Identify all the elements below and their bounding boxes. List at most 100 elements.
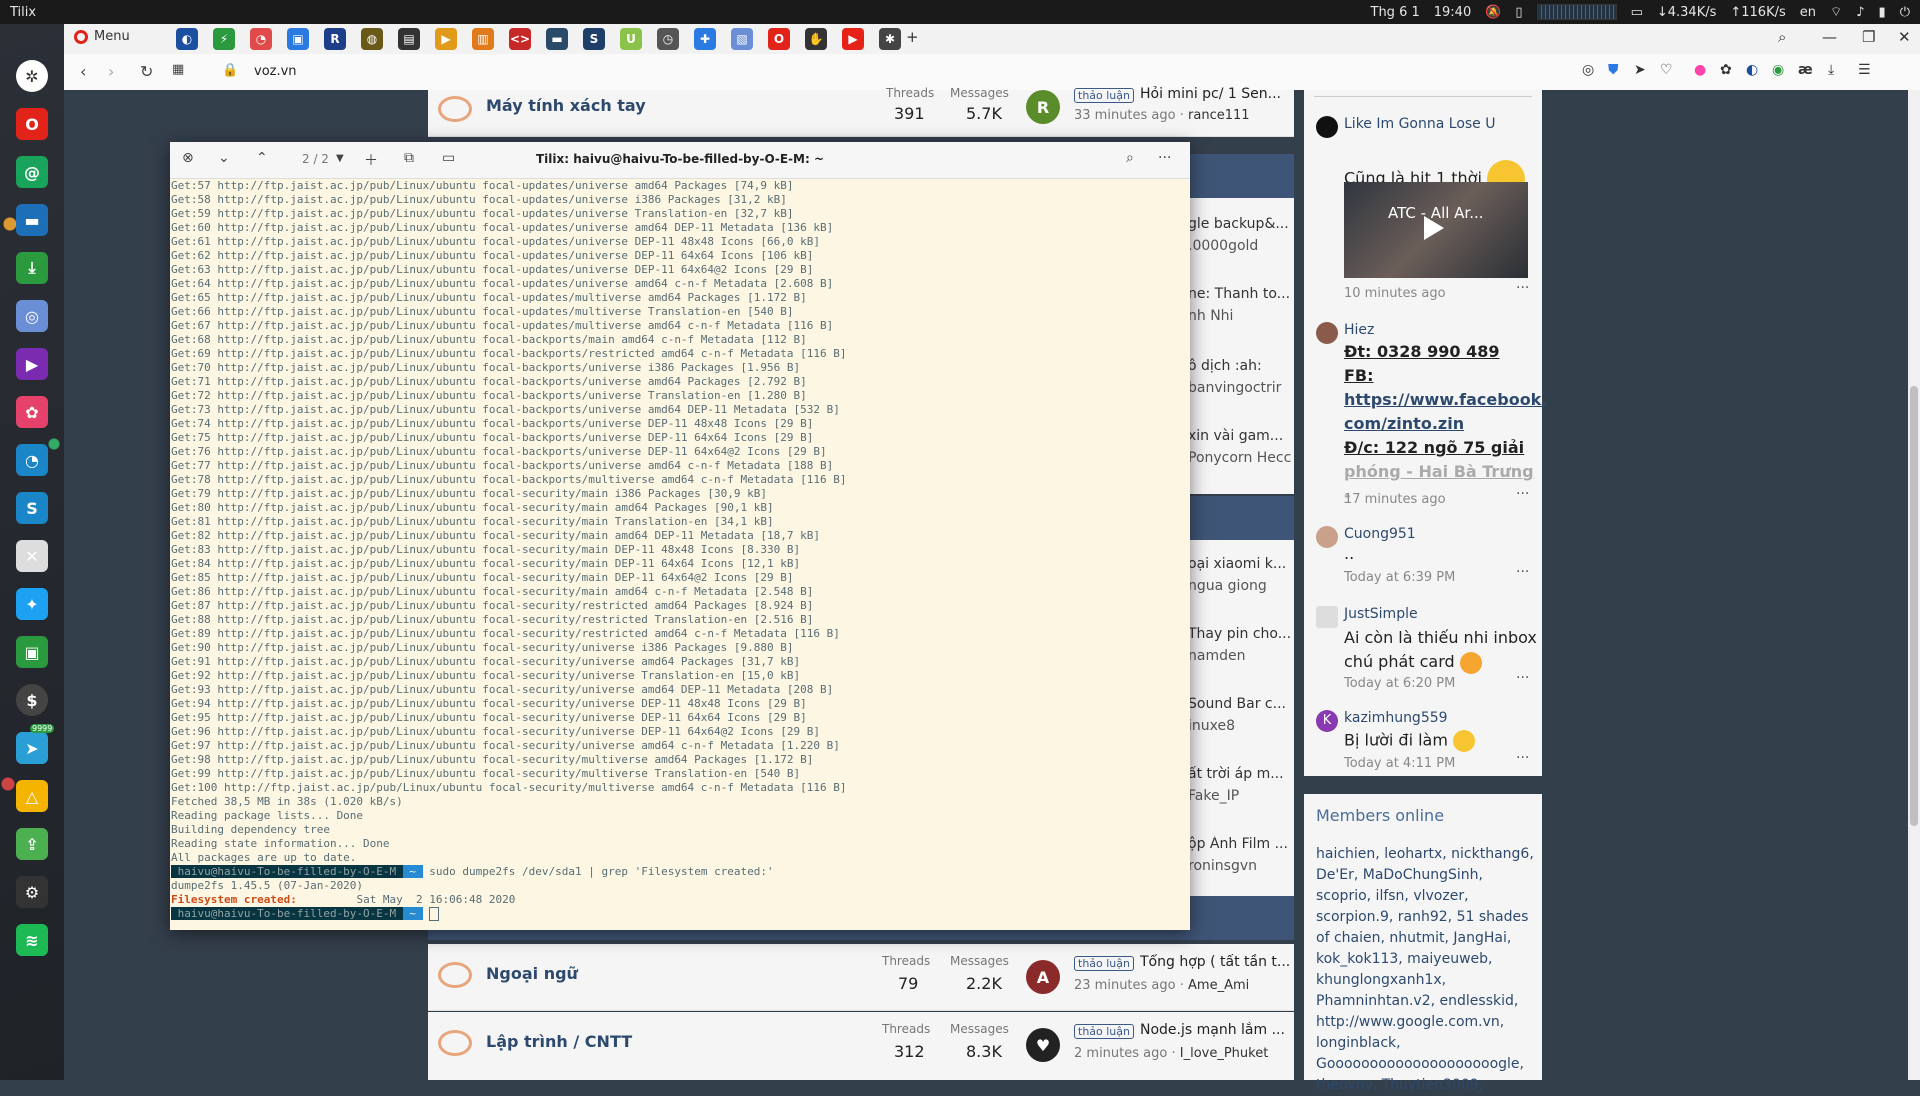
- latest-user[interactable]: .0000gold: [1188, 238, 1292, 254]
- bag-icon[interactable]: ▥: [472, 28, 494, 50]
- latest-user[interactable]: banvingoctrir: [1188, 380, 1292, 396]
- post-link[interactable]: com/zinto.zin: [1344, 412, 1540, 436]
- avatar[interactable]: A: [1026, 960, 1060, 994]
- play-icon[interactable]: [1424, 216, 1444, 240]
- tabs-grid-icon[interactable]: ▦: [172, 62, 184, 77]
- telegram-icon[interactable]: ➤: [16, 732, 48, 764]
- box-icon[interactable]: ▣: [287, 28, 309, 50]
- extension-icon[interactable]: æ: [1798, 62, 1813, 78]
- search-icon[interactable]: ⌕: [1126, 150, 1134, 166]
- avatar[interactable]: K: [1316, 710, 1338, 732]
- forum-row[interactable]: Máy tính xách tay Threads Messages 391 5…: [428, 86, 1294, 137]
- more-options-icon[interactable]: ···: [1516, 750, 1529, 766]
- latest-user[interactable]: nh Nhi: [1188, 308, 1292, 324]
- post-username[interactable]: JustSimple: [1344, 606, 1418, 622]
- close-window-icon[interactable]: ✕: [1898, 28, 1911, 46]
- media-player-icon[interactable]: ▶: [16, 348, 48, 380]
- forward-icon[interactable]: ›: [108, 62, 114, 81]
- game-icon[interactable]: ◎: [16, 300, 48, 332]
- opera-menu-button[interactable]: Menu: [74, 29, 130, 44]
- camera-icon[interactable]: ◎: [1582, 62, 1594, 78]
- send-icon[interactable]: ➤: [1634, 62, 1646, 78]
- post-username[interactable]: Hiez: [1344, 322, 1374, 338]
- latest-user[interactable]: Fake_IP: [1188, 788, 1292, 804]
- more-menu-icon[interactable]: ···: [1158, 150, 1171, 166]
- extension-icon[interactable]: ◉: [1772, 62, 1784, 78]
- keyboard-layout[interactable]: en: [1800, 5, 1816, 20]
- print-icon[interactable]: ▤: [398, 28, 420, 50]
- latest-thread-title[interactable]: ô dịch :ah:: [1188, 358, 1292, 374]
- more-options-icon[interactable]: ···: [1516, 564, 1529, 580]
- more-options-icon[interactable]: ···: [1516, 486, 1529, 502]
- gauge-icon[interactable]: ◔: [250, 28, 272, 50]
- star-icon[interactable]: ✱: [879, 28, 901, 50]
- url-field[interactable]: voz.vn: [254, 64, 297, 79]
- tools-icon[interactable]: ✕: [16, 540, 48, 572]
- vpn-icon[interactable]: ◐: [176, 28, 198, 50]
- phone-icon[interactable]: ▯: [1515, 5, 1522, 20]
- files-icon[interactable]: ▬: [16, 204, 48, 236]
- video-icon[interactable]: ▣: [16, 636, 48, 668]
- latest-user[interactable]: namden: [1188, 648, 1292, 664]
- terminal-icon[interactable]: $: [16, 684, 48, 716]
- post-time[interactable]: Today at 6:39 PM: [1344, 570, 1455, 585]
- youtube-icon[interactable]: ▶: [842, 28, 864, 50]
- forum-title[interactable]: Lập trình / CNTT: [486, 1032, 632, 1051]
- video-embed[interactable]: ATC - All Ar...: [1344, 182, 1528, 278]
- post-time[interactable]: 10 minutes ago: [1344, 286, 1446, 301]
- latest-thread-title[interactable]: Sound Bar c...: [1188, 696, 1292, 712]
- post-link[interactable]: https://www.facebook.: [1344, 388, 1547, 412]
- latest-thread-title[interactable]: xin vài gam...: [1188, 428, 1292, 444]
- volume-icon[interactable]: ♪: [1856, 5, 1864, 20]
- skype-icon[interactable]: S: [16, 492, 48, 524]
- avatar[interactable]: R: [1026, 90, 1060, 124]
- play-icon[interactable]: ▶: [435, 28, 457, 50]
- members-online-list[interactable]: haichien, leohartx, nickthang6, De'Er, M…: [1316, 844, 1540, 1096]
- tablet-icon[interactable]: ▭: [1631, 5, 1643, 20]
- heart-icon[interactable]: ♡: [1660, 62, 1673, 78]
- members-online-title[interactable]: Members online: [1316, 806, 1444, 825]
- latest-thread-title[interactable]: Thay pin cho...: [1188, 626, 1292, 642]
- forum-row[interactable]: Lập trình / CNTT Threads Messages 312 8.…: [428, 1012, 1294, 1080]
- latest-user[interactable]: roninsgvn: [1188, 858, 1292, 874]
- power-icon[interactable]: ⏻: [1900, 5, 1910, 20]
- latest-user[interactable]: ngua giong: [1188, 578, 1292, 594]
- doc-icon[interactable]: ▧: [731, 28, 753, 50]
- download-icon[interactable]: ⤓: [16, 252, 48, 284]
- coin-icon[interactable]: ◍: [361, 28, 383, 50]
- new-tab-button[interactable]: +: [906, 28, 919, 46]
- shield-icon[interactable]: ⛊: [1608, 62, 1619, 78]
- spotify-icon[interactable]: ≋: [16, 924, 48, 956]
- scrollbar-thumb[interactable]: [1910, 386, 1918, 826]
- thread-prefix-badge[interactable]: thảo luận: [1074, 88, 1134, 103]
- latest-user[interactable]: I_love_Phuket: [1180, 1046, 1269, 1061]
- avatar[interactable]: [1316, 526, 1338, 548]
- pinwheel-icon[interactable]: ✿: [16, 396, 48, 428]
- clock-icon[interactable]: ◷: [657, 28, 679, 50]
- notifications-off-icon[interactable]: 🔕: [1485, 5, 1501, 20]
- post-time[interactable]: Today at 4:11 PM: [1344, 756, 1455, 771]
- opera-icon[interactable]: O: [16, 108, 48, 140]
- speedometer-icon[interactable]: ◔: [16, 444, 48, 476]
- twitter-icon[interactable]: ✦: [16, 588, 48, 620]
- sharing-icon[interactable]: ⇪: [16, 828, 48, 860]
- avatar[interactable]: [1316, 322, 1338, 344]
- minimize-icon[interactable]: —: [1822, 28, 1837, 46]
- code-icon[interactable]: <>: [509, 28, 531, 50]
- hand-icon[interactable]: ✋: [805, 28, 827, 50]
- extension-icon[interactable]: ●: [1694, 62, 1706, 78]
- post-username[interactable]: Cuong951: [1344, 526, 1416, 542]
- avatar[interactable]: [1316, 606, 1338, 628]
- latest-thread-title[interactable]: Tổng hợp ( tất tần t...: [1140, 954, 1290, 970]
- avatar[interactable]: [1316, 116, 1338, 138]
- reload-icon[interactable]: ↻: [140, 62, 153, 81]
- clock-label[interactable]: 19:40: [1434, 5, 1471, 20]
- vpn-icon[interactable]: ◐: [1746, 62, 1758, 78]
- grid-icon[interactable]: ✚: [694, 28, 716, 50]
- thread-prefix-badge[interactable]: thảo luận: [1074, 1024, 1134, 1039]
- wifi-icon[interactable]: ⌔: [1830, 4, 1842, 20]
- more-options-icon[interactable]: ···: [1516, 280, 1529, 296]
- forum-title[interactable]: Ngoại ngữ: [486, 964, 578, 983]
- post-time[interactable]: Today at 6:20 PM: [1344, 676, 1455, 691]
- forum-title[interactable]: Máy tính xách tay: [486, 96, 646, 115]
